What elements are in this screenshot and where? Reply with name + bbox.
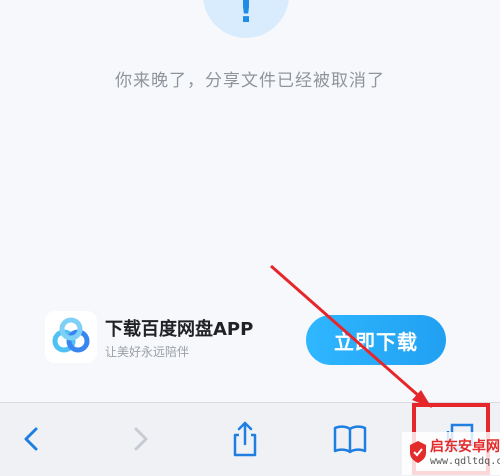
app-slogan: 让美好永远陪伴 bbox=[105, 345, 190, 359]
app-name: 下载百度网盘APP bbox=[105, 319, 254, 340]
back-icon[interactable] bbox=[12, 419, 52, 459]
download-now-button[interactable]: 立即下载 bbox=[306, 315, 446, 365]
share-canceled-message: 你来晚了，分享文件已经被取消了 bbox=[115, 71, 385, 91]
share-icon[interactable] bbox=[225, 419, 265, 459]
watermark-title: 启东安卓网 bbox=[430, 439, 500, 455]
baidu-netdisk-logo bbox=[45, 311, 97, 363]
alert-symbol: ! bbox=[238, 0, 254, 31]
app-download-banner: 下载百度网盘APP 让美好永远陪伴 立即下载 bbox=[45, 311, 455, 369]
alert-icon: ! bbox=[203, 0, 289, 38]
watermark-url: www.qdltdq.com bbox=[430, 456, 500, 467]
bookmarks-icon[interactable] bbox=[330, 419, 370, 459]
site-watermark: 启东安卓网 www.qdltdq.com bbox=[402, 432, 500, 475]
forward-icon[interactable] bbox=[120, 419, 160, 459]
watermark-logo-icon bbox=[410, 441, 426, 463]
